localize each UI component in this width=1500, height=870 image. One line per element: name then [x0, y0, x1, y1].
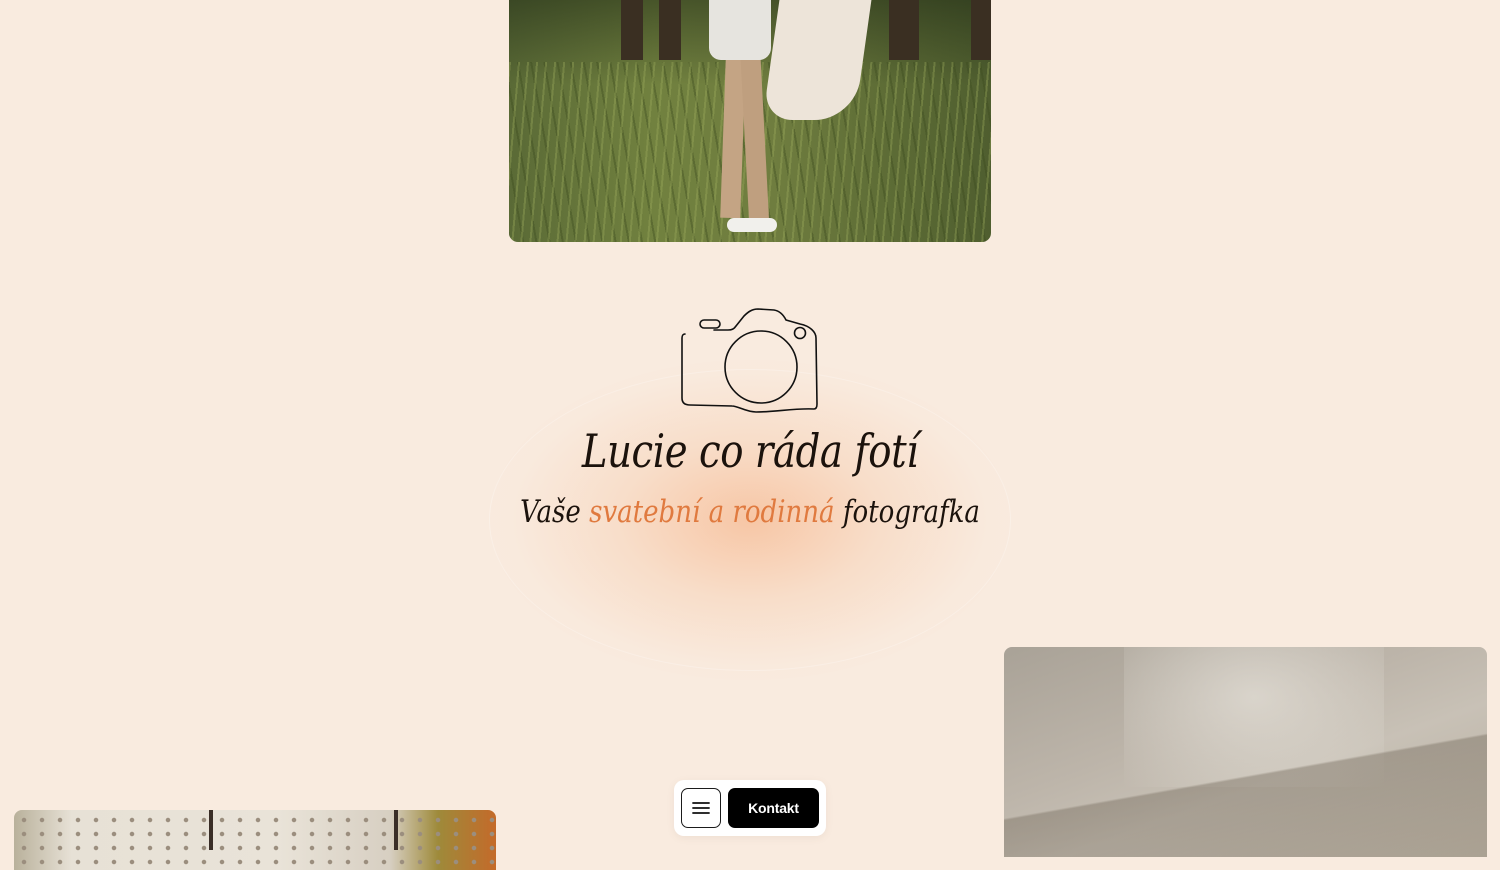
- contact-button[interactable]: Kontakt: [728, 788, 819, 828]
- hamburger-menu-icon: [692, 802, 710, 814]
- camera-icon: [681, 308, 818, 413]
- hero-subtitle-suffix: fotografka: [842, 494, 980, 530]
- hero-subtitle: Vaše svatební a rodinná fotografka: [120, 494, 1380, 530]
- gallery-photo-portrait: [14, 810, 496, 870]
- hero-subtitle-accent: svatební a rodinná: [589, 494, 835, 530]
- menu-button[interactable]: [681, 788, 721, 828]
- gallery-photo-couple: [509, 0, 991, 242]
- bottom-floating-nav: Kontakt: [674, 780, 826, 836]
- hero-subtitle-prefix: Vaše: [520, 494, 581, 530]
- hero-title: Lucie co ráda fotí: [581, 424, 919, 478]
- gallery-photo-interior: [1004, 647, 1487, 857]
